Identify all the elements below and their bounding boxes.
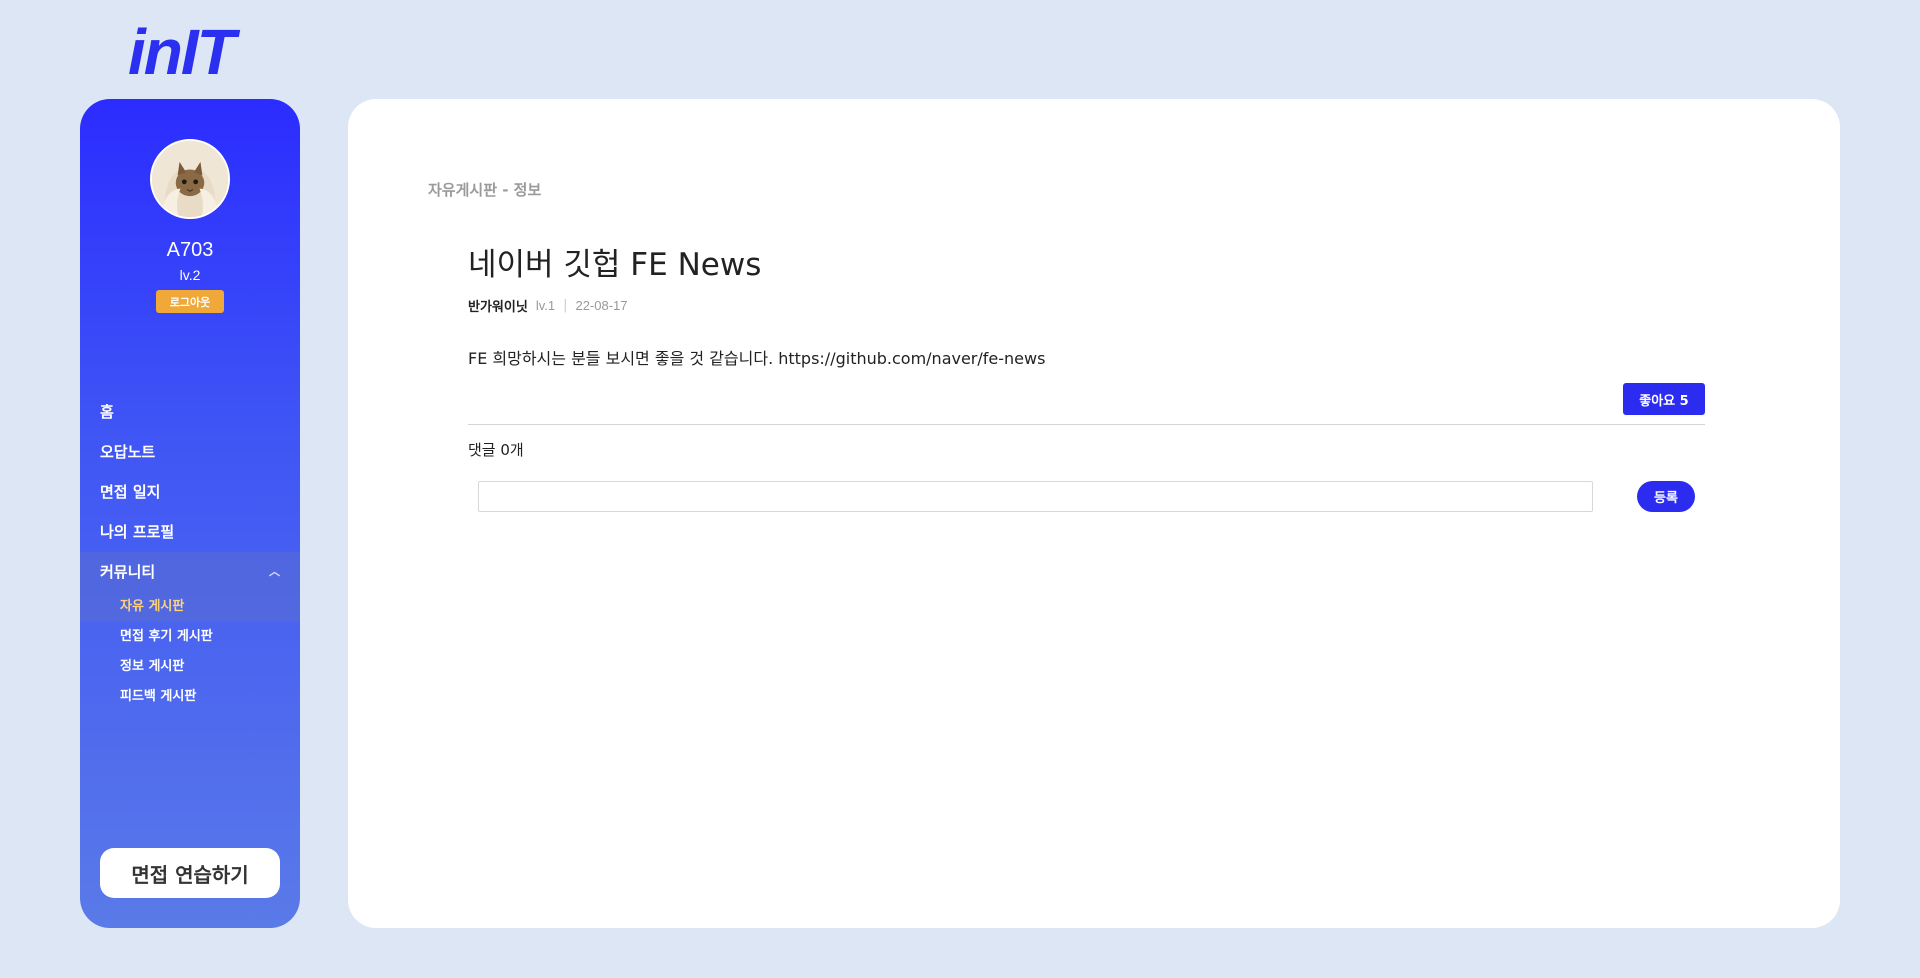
username: A703 [166,239,214,261]
user-level: lv.2 [179,267,201,283]
sidebar-item-label: 오답노트 [100,443,156,461]
sidebar-item-label: 나의 프로필 [100,523,175,541]
sidebar-item-community[interactable]: 커뮤니티 ︿ [80,552,300,592]
avatar[interactable] [150,139,230,219]
sidebar-item-my-profile[interactable]: 나의 프로필 [80,512,300,552]
post-title: 네이버 깃헙 FE News [468,247,762,283]
app-logo[interactable]: inIT [128,14,236,90]
post-author[interactable]: 반가워이닛 [468,296,528,315]
subnav-item-free-board[interactable]: 자유 게시판 [80,592,300,622]
comment-count: 댓글 0개 [468,441,524,459]
logout-button[interactable]: 로그아웃 [156,290,224,313]
author-level: lv.1 [535,298,556,313]
post-date: 22-08-17 [575,298,628,313]
sidebar-item-label: 홈 [100,403,114,421]
sidebar: A703 lv.2 로그아웃 홈 오답노트 면접 일지 나의 프로필 커뮤니티 … [80,99,300,928]
subnav-item-interview-review-board[interactable]: 면접 후기 게시판 [80,622,300,652]
sidebar-item-interview-journal[interactable]: 면접 일지 [80,472,300,512]
comment-submit-button[interactable]: 등록 [1637,481,1695,512]
chevron-up-icon[interactable]: ︿ [269,552,280,592]
post-meta: 반가워이닛 lv.1 | 22-08-17 [468,296,628,315]
sidebar-nav: 홈 오답노트 면접 일지 나의 프로필 커뮤니티 ︿ 자유 게시판 면접 후기 … [80,392,300,712]
sidebar-item-label: 커뮤니티 [100,563,156,581]
subnav-item-info-board[interactable]: 정보 게시판 [80,652,300,682]
sidebar-item-home[interactable]: 홈 [80,392,300,432]
subnav-item-feedback-board[interactable]: 피드백 게시판 [80,682,300,712]
post-content-panel: 자유게시판 - 정보 네이버 깃헙 FE News 반가워이닛 lv.1 | 2… [348,99,1840,928]
breadcrumb: 자유게시판 - 정보 [428,181,542,199]
interview-practice-button[interactable]: 면접 연습하기 [100,848,280,898]
cat-avatar-icon [152,141,228,217]
sidebar-item-label: 면접 일지 [100,483,161,501]
post-body: FE 희망하시는 분들 보시면 좋을 것 같습니다. https://githu… [468,349,1046,368]
meta-separator: | [563,298,568,313]
comment-input[interactable] [478,481,1593,512]
like-button[interactable]: 좋아요 5 [1623,383,1705,415]
divider [468,424,1705,425]
sidebar-item-wrong-answer-note[interactable]: 오답노트 [80,432,300,472]
community-subnav: 자유 게시판 면접 후기 게시판 정보 게시판 피드백 게시판 [80,592,300,712]
